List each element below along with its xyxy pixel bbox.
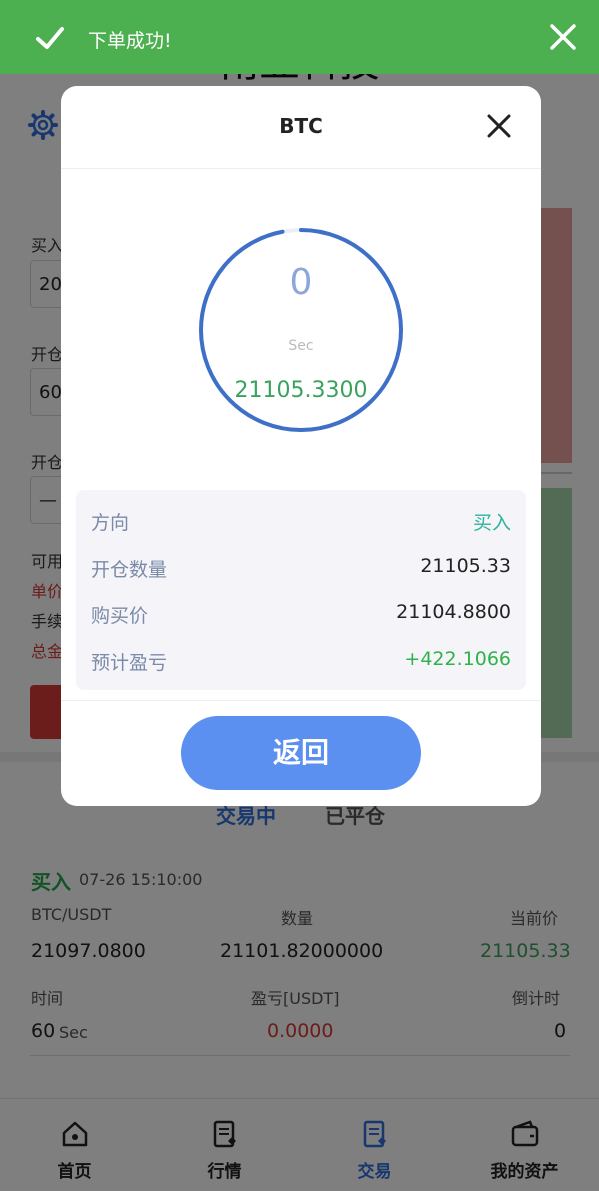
countdown-seconds: 0 [289,262,313,303]
toast-close-icon[interactable] [548,22,578,52]
modal-header-divider [61,168,541,169]
expected-pnl-label: 预计盈亏 [91,652,168,674]
modal-footer-divider [61,700,541,701]
buy-price-value: 21104.8800 [396,601,511,623]
direction-label: 方向 [91,512,130,534]
order-info-box: 方向 买入 开仓数量 21105.33 购买价 21104.8800 预计盈亏 … [76,490,526,690]
close-icon[interactable] [485,112,513,140]
direction-value: 买入 [472,512,511,534]
back-button[interactable]: 返回 [181,716,421,790]
open-qty-value: 21105.33 [420,555,511,577]
modal-title: BTC [279,114,323,138]
order-result-modal: BTC 0 Sec 21105.3300 方向 买入 开仓数量 21105.33… [61,86,541,806]
toast-message: 下单成功! [88,30,172,52]
open-qty-label: 开仓数量 [91,559,168,581]
countdown-unit: Sec [288,338,314,354]
buy-price-label: 购买价 [91,605,149,627]
modal-current-price: 21105.3300 [234,378,368,403]
success-toast: 下单成功! [0,0,599,74]
expected-pnl-value: +422.1066 [404,648,511,670]
check-icon [36,27,64,49]
